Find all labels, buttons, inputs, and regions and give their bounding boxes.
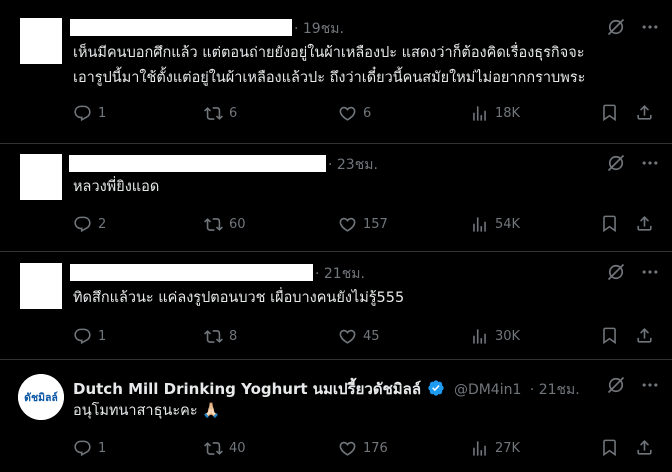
author-line: Dutch Mill Drinking Yoghurt นมเปรี้ยวดัช… xyxy=(73,377,580,401)
reply-count: 1 xyxy=(98,105,107,121)
logo-text: ดัชมิลล์ xyxy=(24,391,58,404)
repost-icon xyxy=(204,327,223,346)
bookmark-icon[interactable] xyxy=(600,103,619,122)
reply-button[interactable]: 2 xyxy=(73,214,106,234)
reply-icon xyxy=(73,327,92,346)
reply-count: 1 xyxy=(98,328,107,344)
heart-icon xyxy=(338,439,357,458)
more-icon[interactable] xyxy=(640,262,660,282)
tweet-text-line: ทิดสึกแล้วนะ แค่ลงรูปตอนบวช เผื่อบางคนยั… xyxy=(73,290,405,306)
repost-button[interactable]: 6 xyxy=(204,103,237,123)
heart-icon xyxy=(338,104,357,123)
tweet-text: เห็นมีคนบอกศึกแล้ว แต่ตอนถ่ายยังอยู่ในผ้… xyxy=(73,41,663,91)
views-button[interactable]: 27K xyxy=(470,438,520,458)
reply-count: 1 xyxy=(98,440,107,456)
like-button[interactable]: 45 xyxy=(338,326,380,346)
views-button[interactable]: 18K xyxy=(470,103,520,123)
tweet-text-line: อนุโมทนาสาธุนะคะ 🙏🏻 xyxy=(73,403,221,419)
reply-tweet-2[interactable]: · 23ชม. หลวงพี่ยิงแอด 2 60 157 54K xyxy=(0,144,672,252)
grok-icon[interactable] xyxy=(606,17,626,37)
timestamp[interactable]: · 23ชม. xyxy=(328,154,378,176)
timestamp[interactable]: · 21ชม. xyxy=(530,382,580,398)
reply-icon xyxy=(73,215,92,234)
reply-button[interactable]: 1 xyxy=(73,438,106,458)
repost-count: 60 xyxy=(229,216,246,232)
views-count: 27K xyxy=(495,440,521,456)
reply-icon xyxy=(73,104,92,123)
views-icon xyxy=(470,439,489,458)
repost-count: 6 xyxy=(229,105,238,121)
repost-button[interactable]: 8 xyxy=(204,326,237,346)
bookmark-icon[interactable] xyxy=(600,326,619,345)
tweet-text: หลวงพี่ยิงแอด xyxy=(73,175,663,200)
brand-avatar[interactable]: ดัชมิลล์ xyxy=(18,374,64,420)
repost-icon xyxy=(204,104,223,123)
tweet-text-line: เอารูปนี้มาใช้ตั้งแต่อยู่ในผ้าเหลืองแล้ว… xyxy=(73,70,586,86)
like-count: 157 xyxy=(363,216,388,232)
tweet-text-line: เห็นมีคนบอกศึกแล้ว แต่ตอนถ่ายยังอยู่ในผ้… xyxy=(73,45,585,61)
views-count: 54K xyxy=(495,216,521,232)
like-count: 176 xyxy=(363,440,388,456)
grok-icon[interactable] xyxy=(606,375,626,395)
timestamp[interactable]: · 21ชม. xyxy=(315,263,365,285)
like-count: 45 xyxy=(363,328,380,344)
like-count: 6 xyxy=(363,105,372,121)
heart-icon xyxy=(338,327,357,346)
like-button[interactable]: 176 xyxy=(338,438,388,458)
dutch-mill-logo: ดัชมิลล์ xyxy=(18,374,64,420)
views-icon xyxy=(470,327,489,346)
repost-button[interactable]: 40 xyxy=(204,438,246,458)
reply-tweet-3[interactable]: · 21ชม. ทิดสึกแล้วนะ แค่ลงรูปตอนบวช เผื่… xyxy=(0,252,672,360)
tweet-text-line: หลวงพี่ยิงแอด xyxy=(73,179,160,195)
views-count: 30K xyxy=(495,328,521,344)
more-icon[interactable] xyxy=(640,17,660,37)
views-count: 18K xyxy=(495,105,521,121)
views-icon xyxy=(470,215,489,234)
repost-button[interactable]: 60 xyxy=(204,214,246,234)
reply-button[interactable]: 1 xyxy=(73,103,106,123)
reply-button[interactable]: 1 xyxy=(73,326,106,346)
grok-icon[interactable] xyxy=(606,262,626,282)
repost-icon xyxy=(204,215,223,234)
tweet-text: อนุโมทนาสาธุนะคะ 🙏🏻 xyxy=(73,399,663,424)
more-icon[interactable] xyxy=(640,153,660,173)
reply-icon xyxy=(73,439,92,458)
redacted-username[interactable] xyxy=(70,264,313,281)
views-icon xyxy=(470,104,489,123)
share-icon[interactable] xyxy=(635,103,654,122)
bookmark-icon[interactable] xyxy=(600,214,619,233)
like-button[interactable]: 157 xyxy=(338,214,388,234)
like-button[interactable]: 6 xyxy=(338,103,371,123)
reply-count: 2 xyxy=(98,216,107,232)
display-name[interactable]: Dutch Mill Drinking Yoghurt นมเปรี้ยวดัช… xyxy=(73,380,421,398)
avatar[interactable] xyxy=(20,263,62,309)
reply-tweet-4[interactable]: ดัชมิลล์ Dutch Mill Drinking Yoghurt นมเ… xyxy=(0,360,672,472)
redacted-username[interactable] xyxy=(70,19,292,36)
verified-badge-icon xyxy=(428,380,445,396)
share-icon[interactable] xyxy=(635,214,654,233)
tweet-text: ทิดสึกแล้วนะ แค่ลงรูปตอนบวช เผื่อบางคนยั… xyxy=(73,286,663,311)
repost-count: 8 xyxy=(229,328,238,344)
heart-icon xyxy=(338,215,357,234)
redacted-username[interactable] xyxy=(69,155,326,172)
repost-count: 40 xyxy=(229,440,246,456)
reply-tweet-1[interactable]: · 19ชม. เห็นมีคนบอกศึกแล้ว แต่ตอนถ่ายยัง… xyxy=(0,0,672,144)
views-button[interactable]: 30K xyxy=(470,326,520,346)
more-icon[interactable] xyxy=(640,375,660,395)
views-button[interactable]: 54K xyxy=(470,214,520,234)
bookmark-icon[interactable] xyxy=(600,438,619,457)
timestamp[interactable]: · 19ชม. xyxy=(294,18,344,40)
handle[interactable]: @DM4in1 xyxy=(454,382,521,398)
grok-icon[interactable] xyxy=(606,153,626,173)
share-icon[interactable] xyxy=(635,438,654,457)
share-icon[interactable] xyxy=(635,326,654,345)
avatar[interactable] xyxy=(20,18,62,64)
repost-icon xyxy=(204,439,223,458)
avatar[interactable] xyxy=(20,154,62,200)
